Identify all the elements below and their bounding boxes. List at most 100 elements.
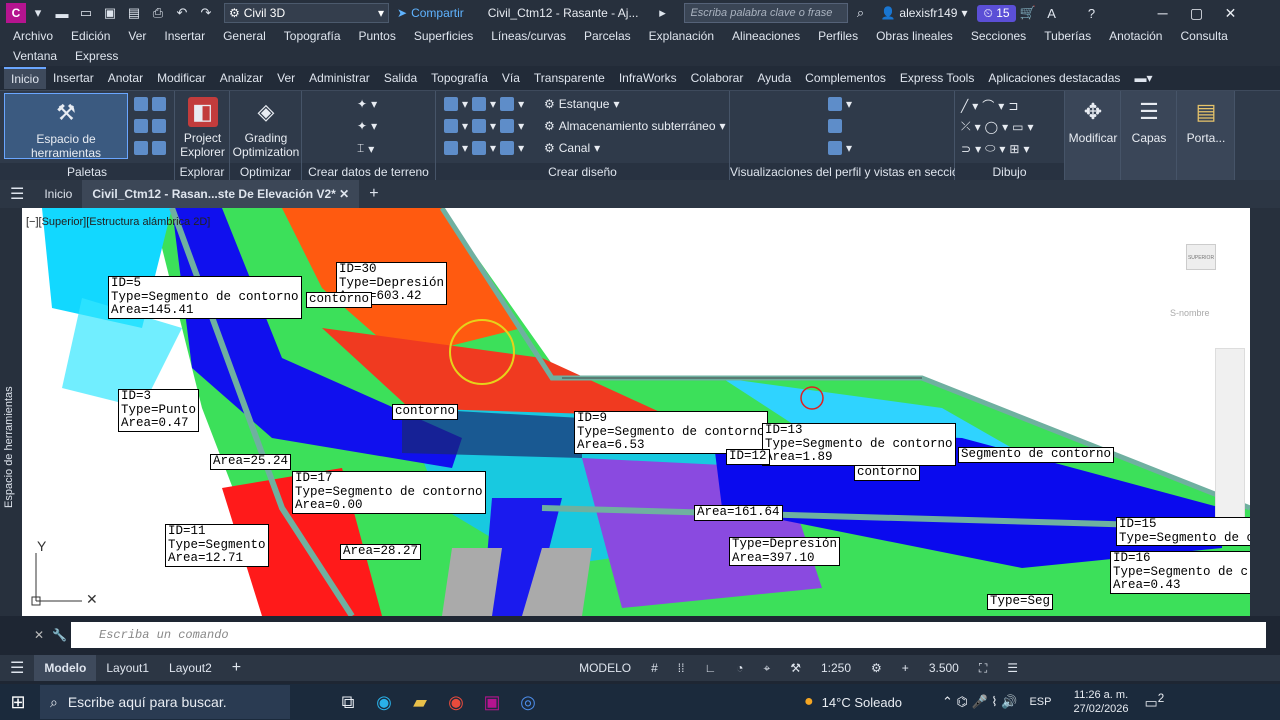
menu-item[interactable]: Topografía: [275, 29, 350, 43]
design-tools-row-2[interactable]: ▾ ▾ ▾: [444, 119, 524, 133]
project-explorer-button[interactable]: ◧ Project Explorer: [177, 93, 228, 159]
menu-item[interactable]: Secciones: [962, 29, 1035, 43]
viewport-controls[interactable]: [−][Superior][Estructura alámbrica 2D]: [26, 216, 210, 228]
snap-icon[interactable]: ⁞⁞: [668, 661, 695, 675]
tab-topografia[interactable]: Topografía: [424, 68, 495, 88]
menu-item[interactable]: Consulta: [1171, 29, 1236, 43]
profile-tool-1[interactable]: ▾: [828, 97, 852, 111]
menu-item[interactable]: Ventana: [4, 49, 66, 63]
plus-icon[interactable]: +: [892, 661, 919, 675]
menu-item[interactable]: General: [214, 29, 275, 43]
menu-item[interactable]: Edición: [62, 29, 119, 43]
app-taskbar-icon[interactable]: ◎: [510, 684, 546, 720]
menu-item[interactable]: Parcelas: [575, 29, 640, 43]
menu-item[interactable]: Perfiles: [809, 29, 867, 43]
hamburger-icon[interactable]: ☰: [0, 184, 34, 204]
menu-item[interactable]: Explanación: [640, 29, 723, 43]
wrench-icon[interactable]: 🔧: [52, 628, 67, 642]
gear-icon[interactable]: ⚙: [861, 661, 892, 675]
tab-ver[interactable]: Ver: [270, 68, 302, 88]
tab-administrar[interactable]: Administrar: [302, 68, 377, 88]
tab-layout2[interactable]: Layout2: [159, 661, 222, 675]
redo-icon[interactable]: ↷: [196, 3, 216, 23]
tab-via[interactable]: Vía: [495, 68, 527, 88]
storage-button[interactable]: ⚙ Almacenamiento subterráneo ▾: [544, 119, 726, 133]
tab-transparente[interactable]: Transparente: [527, 68, 612, 88]
video-icon[interactable]: ▬▾: [1127, 68, 1159, 88]
draw-tools-row-1[interactable]: ╱ ▾ ⌒ ▾ ⊐: [961, 97, 1018, 114]
profile-tool-3[interactable]: ▾: [828, 141, 852, 155]
tab-aplicaciones-destacadas[interactable]: Aplicaciones destacadas: [981, 68, 1127, 88]
menu-item[interactable]: Obras lineales: [867, 29, 962, 43]
menu-item[interactable]: Puntos: [350, 29, 405, 43]
tab-colaborar[interactable]: Colaborar: [684, 68, 751, 88]
a360-icon[interactable]: A: [1042, 3, 1062, 23]
language[interactable]: ESP: [1029, 696, 1051, 708]
notification-badge[interactable]: ⏲ 15: [977, 4, 1016, 22]
maximize-icon[interactable]: ▢: [1180, 5, 1214, 22]
help-icon[interactable]: ?: [1082, 3, 1102, 23]
new-tab-icon[interactable]: +: [359, 185, 388, 203]
right-tool-palette[interactable]: [1250, 208, 1280, 616]
terrain-tool-2[interactable]: ✦ ▾: [357, 119, 377, 133]
close-icon[interactable]: ✕: [339, 187, 349, 201]
keyword-search-input[interactable]: Escriba palabra clave o frase: [684, 3, 849, 23]
fullscreen-icon[interactable]: ⛶: [969, 661, 997, 676]
tool-space-side-panel[interactable]: Espacio de herramientas: [0, 208, 22, 616]
channel-button[interactable]: ⚙ Canal ▾: [544, 141, 600, 155]
user-account[interactable]: 👤 alexisfr149 ▾: [880, 6, 967, 20]
tab-salida[interactable]: Salida: [377, 68, 424, 88]
layers-button[interactable]: ☰ Capas: [1123, 93, 1175, 146]
menu-item[interactable]: Insertar: [155, 29, 214, 43]
tab-home[interactable]: Inicio: [34, 187, 82, 201]
navigation-bar[interactable]: [1215, 348, 1245, 528]
tab-model[interactable]: Modelo: [34, 655, 97, 681]
add-layout-icon[interactable]: +: [222, 659, 251, 677]
dropdown-icon[interactable]: ▾: [28, 3, 48, 23]
osnap-icon[interactable]: ⌖: [753, 661, 780, 676]
drawing-viewport[interactable]: Y ✕ [−][Superior][Estructura alámbrica 2…: [22, 208, 1250, 616]
clipboard-button[interactable]: ▤ Porta...: [1179, 93, 1233, 146]
undo-icon[interactable]: ↶: [172, 3, 192, 23]
save-icon[interactable]: ▣: [100, 3, 120, 23]
menu-item[interactable]: Express: [66, 49, 127, 63]
design-tools-row-1[interactable]: ▾ ▾ ▾: [444, 97, 524, 111]
menu-icon[interactable]: ☰: [997, 661, 1028, 675]
menu-item[interactable]: Alineaciones: [723, 29, 809, 43]
menu-item[interactable]: Líneas/curvas: [482, 29, 575, 43]
new-file-icon[interactable]: ▬: [52, 3, 72, 23]
tab-anotar[interactable]: Anotar: [101, 68, 150, 88]
polar-icon[interactable]: ◔: [726, 661, 753, 675]
draw-tools-row-3[interactable]: ⊃ ▾ ⬭ ▾ ⊞ ▾: [961, 141, 1029, 156]
space-mode[interactable]: MODELO: [569, 661, 641, 675]
menu-item[interactable]: Anotación: [1100, 29, 1171, 43]
tab-infraworks[interactable]: InfraWorks: [612, 68, 684, 88]
close-icon[interactable]: ✕: [1214, 5, 1248, 22]
close-icon[interactable]: ✕: [34, 628, 44, 642]
tab-ayuda[interactable]: Ayuda: [750, 68, 798, 88]
modify-button[interactable]: ✥ Modificar: [1067, 93, 1119, 146]
elevation-value[interactable]: 3.500: [919, 661, 969, 675]
tab-layout1[interactable]: Layout1: [96, 661, 159, 675]
menu-item[interactable]: Tuberías: [1035, 29, 1100, 43]
taskbar-search[interactable]: ⌕ Escribe aquí para buscar.: [40, 685, 290, 719]
pond-button[interactable]: ⚙ Estanque ▾: [544, 97, 620, 111]
grid-icon[interactable]: #: [641, 661, 668, 675]
open-folder-icon[interactable]: ▭: [76, 3, 96, 23]
ortho-icon[interactable]: ∟: [694, 661, 726, 675]
menu-item[interactable]: Ver: [119, 29, 155, 43]
hamburger-icon[interactable]: ☰: [0, 658, 34, 678]
share-button[interactable]: ➤ Compartir: [397, 6, 464, 20]
menu-item[interactable]: Archivo: [4, 29, 62, 43]
app-logo[interactable]: C: [6, 3, 26, 23]
workspace-select[interactable]: ⚙ Civil 3D ▾: [224, 3, 389, 23]
tab-complementos[interactable]: Complementos: [798, 68, 893, 88]
file-explorer-icon[interactable]: ▰: [402, 684, 438, 720]
tab-inicio[interactable]: Inicio: [4, 67, 47, 89]
palette-small-icons-3[interactable]: [134, 141, 166, 155]
tab-analizar[interactable]: Analizar: [213, 68, 270, 88]
windows-start-icon[interactable]: ⊞: [0, 684, 36, 720]
profile-tool-2[interactable]: [828, 119, 842, 133]
menu-item[interactable]: Superficies: [405, 29, 482, 43]
weather-text[interactable]: 14°C Soleado: [822, 695, 902, 710]
